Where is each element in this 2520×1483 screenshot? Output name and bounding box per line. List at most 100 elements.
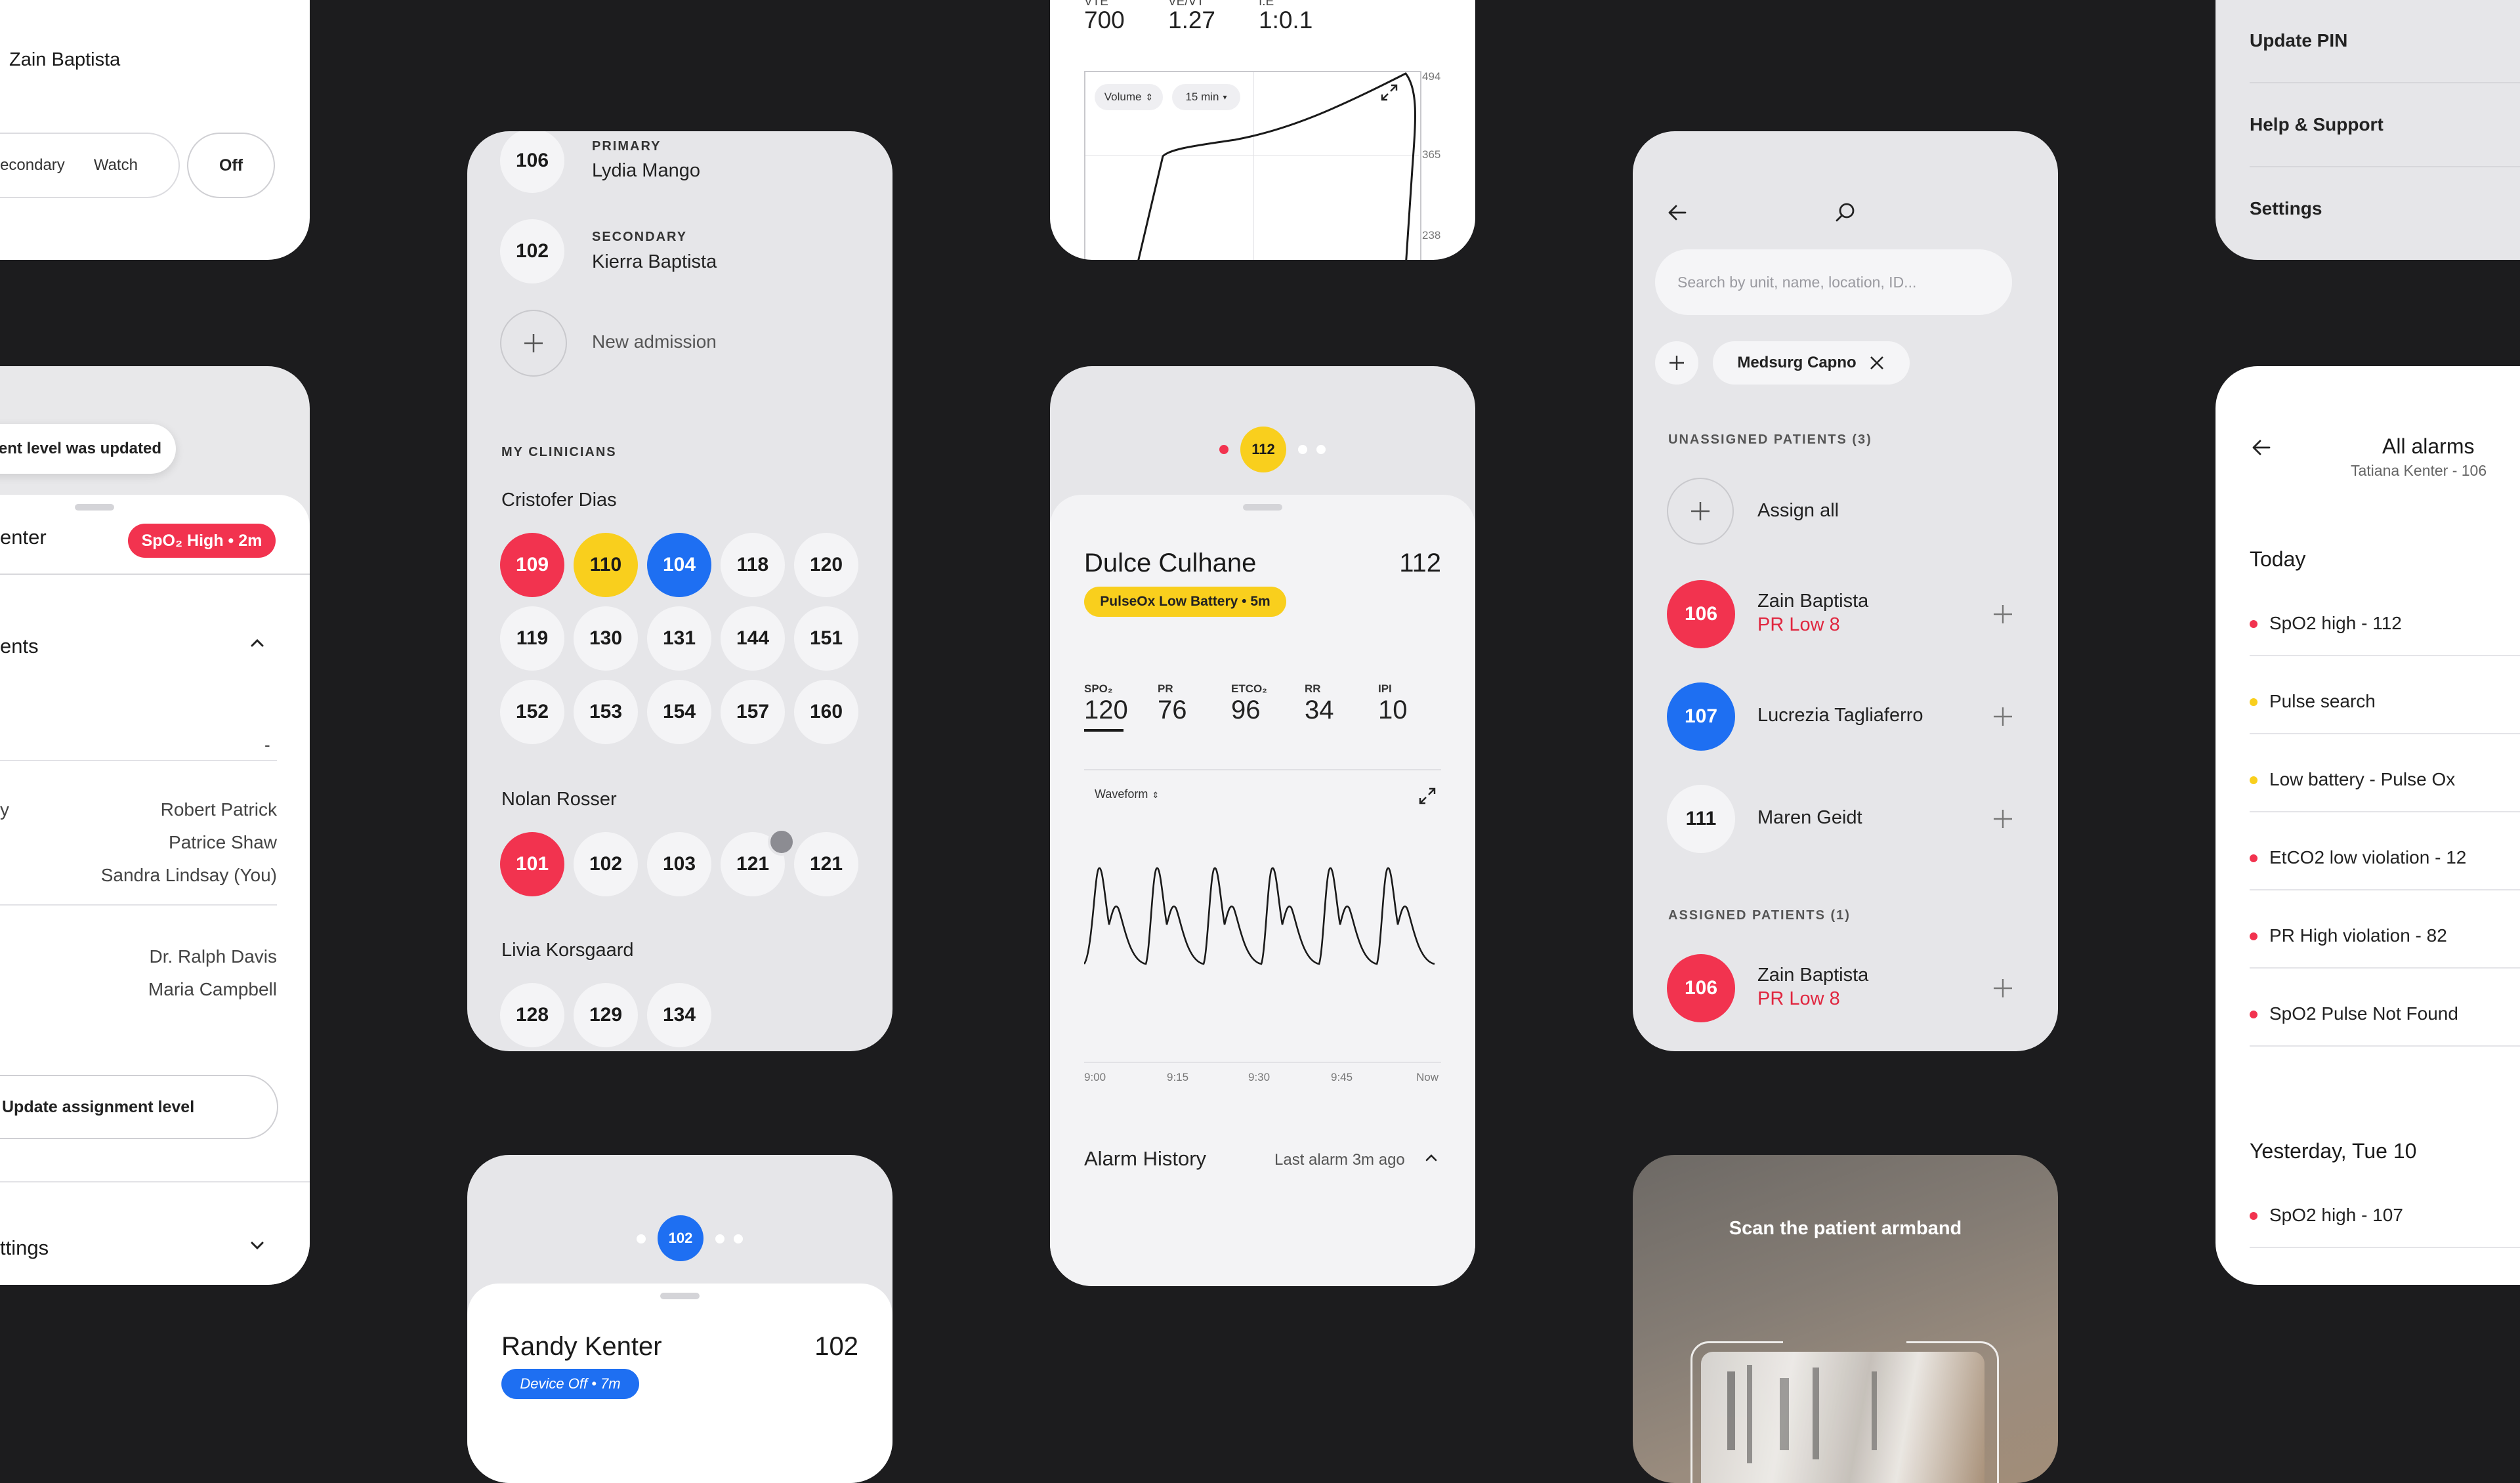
new-admission-button[interactable] xyxy=(500,310,567,377)
close-icon[interactable] xyxy=(1868,354,1885,371)
card-assign-patients: Search by unit, name, location, ID... Me… xyxy=(1633,131,2058,1051)
unit-circle[interactable]: 130 xyxy=(574,606,638,671)
search-icon[interactable] xyxy=(1832,199,1858,226)
alarm-item[interactable]: SpO2 Pulse Not Found xyxy=(2250,993,2520,1070)
role-label-partial: y xyxy=(0,799,9,820)
plus-icon[interactable] xyxy=(1991,705,2015,728)
update-assignment-button[interactable]: Update assignment level xyxy=(0,1075,278,1139)
back-arrow-icon[interactable] xyxy=(1664,199,1690,226)
chevron-up-icon[interactable] xyxy=(248,634,266,652)
patient-name[interactable]: Zain Baptista xyxy=(1757,965,1868,986)
unit-circle[interactable]: 152 xyxy=(500,680,564,744)
add-filter-button[interactable] xyxy=(1655,341,1698,385)
chevron-down-icon[interactable] xyxy=(248,1236,266,1255)
page-dot-alarm xyxy=(1219,445,1228,454)
card-patient-vitals: 112 Dulce Culhane 112 PulseOx Low Batter… xyxy=(1050,366,1475,1286)
unit-circle[interactable]: 119 xyxy=(500,606,564,671)
vital-spo2[interactable]: SPO₂ 120 xyxy=(1084,682,1128,732)
alarm-item[interactable]: SpO2 high - 112 xyxy=(2250,602,2520,680)
unit-circle[interactable]: 101 xyxy=(500,832,564,896)
unit-circle[interactable]: 118 xyxy=(721,533,785,597)
vital-etco2[interactable]: ETCO₂ 96 xyxy=(1231,682,1267,725)
section-patients-partial[interactable]: ents xyxy=(0,635,39,658)
patient-name[interactable]: Zain Baptista xyxy=(1757,591,1868,612)
assign-all-label[interactable]: Assign all xyxy=(1757,500,1839,522)
menu-item-help-support[interactable]: Help & Support xyxy=(2250,114,2384,135)
plus-icon[interactable] xyxy=(1991,807,2015,831)
unit-circle[interactable]: 103 xyxy=(647,832,711,896)
unit-circle[interactable]: 129 xyxy=(574,983,638,1047)
patient-name: Randy Kenter xyxy=(501,1332,662,1361)
patient-unit-circle[interactable]: 106 xyxy=(1667,954,1735,1022)
page-dot xyxy=(715,1234,724,1243)
filter-chip[interactable]: Medsurg Capno xyxy=(1713,341,1910,385)
unit-circle[interactable]: 160 xyxy=(794,680,858,744)
toast-assignment-updated: Assignment level was updated xyxy=(0,424,176,474)
unit-circle[interactable]: 151 xyxy=(794,606,858,671)
sheet: Dulce Culhane 112 PulseOx Low Battery • … xyxy=(1050,495,1475,1286)
assign-all-button[interactable] xyxy=(1667,478,1734,545)
alarm-history-title[interactable]: Alarm History xyxy=(1084,1147,1206,1171)
search-input[interactable]: Search by unit, name, location, ID... xyxy=(1655,249,2012,315)
patient-unit: 112 xyxy=(1399,549,1441,577)
plus-icon[interactable] xyxy=(1991,602,2015,626)
menu-item-settings[interactable]: Settings xyxy=(2250,198,2322,219)
patient-name: Zain Baptista xyxy=(9,49,121,70)
unit-primary[interactable]: 106 xyxy=(500,131,564,193)
alarm-dot xyxy=(2250,932,2258,940)
section-settings-partial[interactable]: ttings xyxy=(0,1236,49,1260)
unit-circle[interactable]: 110 xyxy=(574,533,638,597)
segment-off-button[interactable]: Off xyxy=(187,133,275,198)
unit-circle[interactable]: 154 xyxy=(647,680,711,744)
patient-unit-circle[interactable]: 106 xyxy=(1667,580,1735,648)
alarm-item[interactable]: EtCO2 low violation - 12 xyxy=(2250,837,2520,914)
unit-secondary[interactable]: 102 xyxy=(500,219,564,283)
unit-circle[interactable]: 131 xyxy=(647,606,711,671)
time-tick: 9:00 xyxy=(1084,1071,1106,1083)
plus-icon[interactable] xyxy=(1991,976,2015,1000)
menu-item-update-pin[interactable]: Update PIN xyxy=(2250,30,2347,51)
clinician-name: Nolan Rosser xyxy=(501,789,617,810)
unit-circle[interactable]: 157 xyxy=(721,680,785,744)
unit-circle[interactable]: 104 xyxy=(647,533,711,597)
new-admission-label[interactable]: New admission xyxy=(592,331,717,352)
patient-unit-circle[interactable]: 111 xyxy=(1667,785,1735,853)
unit-circle[interactable]: 121 xyxy=(794,832,858,896)
unit-circle[interactable]: 109 xyxy=(500,533,564,597)
unit-circle[interactable]: 102 xyxy=(574,832,638,896)
selected-unit-badge[interactable]: 102 xyxy=(658,1215,704,1261)
armband-image xyxy=(1701,1352,1984,1483)
assigned-header: ASSIGNED PATIENTS (1) xyxy=(1668,908,1851,923)
alarm-item[interactable]: PR High violation - 82 xyxy=(2250,915,2520,992)
alarm-item[interactable]: Low battery - Pulse Ox xyxy=(2250,759,2520,836)
patient-name[interactable]: Lucrezia Tagliaferro xyxy=(1757,705,1923,726)
volume-curve xyxy=(1137,72,1416,260)
sheet-handle[interactable] xyxy=(1243,504,1282,511)
chevron-up-icon[interactable] xyxy=(1423,1150,1440,1167)
expand-icon[interactable] xyxy=(1416,785,1438,807)
alarm-item[interactable]: SpO2 high - 107 xyxy=(2250,1194,2520,1272)
unit-circle[interactable]: 128 xyxy=(500,983,564,1047)
patient-unit-circle[interactable]: 107 xyxy=(1667,682,1735,751)
clinician-list-b: Dr. Ralph Davis Maria Campbell xyxy=(148,946,277,1012)
time-tick: Now xyxy=(1416,1071,1439,1083)
sheet-handle[interactable] xyxy=(660,1293,700,1299)
ie-value: 1:0.1 xyxy=(1259,7,1313,33)
selected-unit-badge[interactable]: 112 xyxy=(1240,427,1286,472)
alarm-item[interactable]: Pulse search xyxy=(2250,680,2520,758)
segment-secondary[interactable]: Secondary xyxy=(0,156,65,175)
card-patient-detail: Assignment level was updated enter SpO₂ … xyxy=(0,366,310,1285)
unit-circle[interactable]: 144 xyxy=(721,606,785,671)
time-axis: 9:00 9:15 9:30 9:45 Now xyxy=(1084,1071,1444,1087)
vital-pr[interactable]: PR 76 xyxy=(1158,682,1187,725)
sheet-handle[interactable] xyxy=(75,504,114,511)
vital-rr[interactable]: RR 34 xyxy=(1305,682,1334,725)
unit-circle[interactable]: 134 xyxy=(647,983,711,1047)
segment-watch[interactable]: Watch xyxy=(94,156,138,175)
unit-circle[interactable]: 120 xyxy=(794,533,858,597)
vital-ipi[interactable]: IPI 10 xyxy=(1378,682,1408,725)
waveform-select[interactable]: Waveform ⇕ xyxy=(1095,787,1159,801)
back-arrow-icon[interactable] xyxy=(2248,434,2275,461)
patient-name[interactable]: Maren Geidt xyxy=(1757,807,1862,829)
unit-circle[interactable]: 153 xyxy=(574,680,638,744)
